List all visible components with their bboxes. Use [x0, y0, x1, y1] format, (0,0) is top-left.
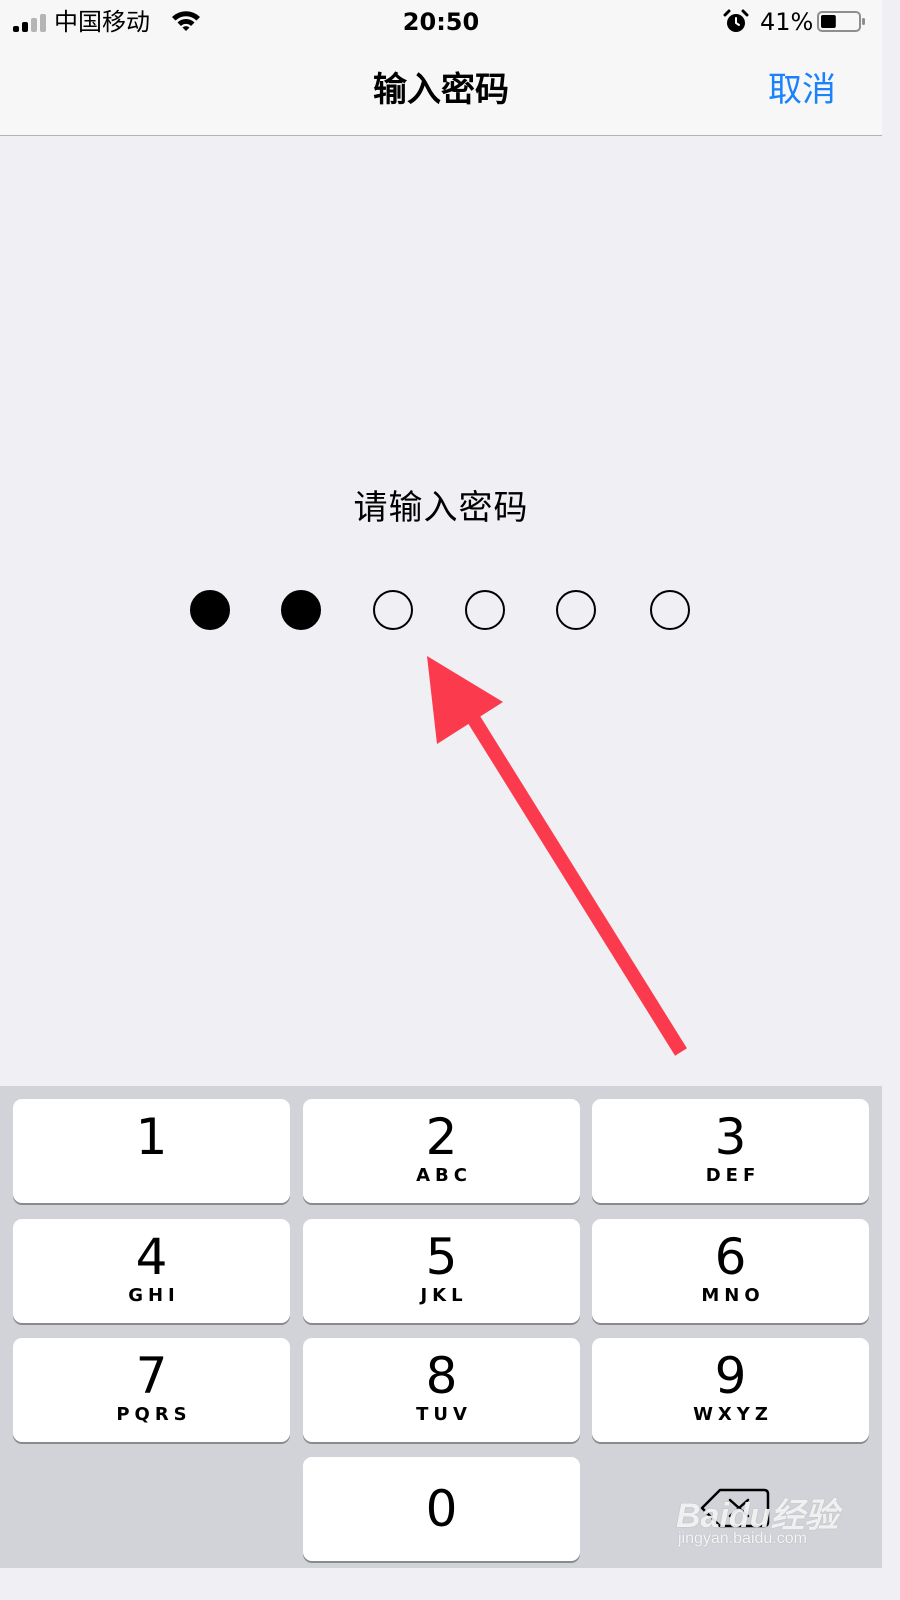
key-digit: 5 — [425, 1228, 458, 1286]
delete-key[interactable] — [592, 1456, 869, 1560]
passcode-prompt: 请输入密码 — [353, 488, 529, 528]
status-time: 20:50 — [402, 8, 480, 36]
passcode-dot — [373, 590, 413, 630]
key-digit: 9 — [714, 1347, 747, 1405]
key-5[interactable]: 5 JKL — [303, 1219, 580, 1323]
passcode-dot — [190, 590, 230, 630]
key-digit: 0 — [425, 1480, 458, 1538]
key-3[interactable]: 3 DEF — [592, 1099, 869, 1203]
key-letters: DEF — [705, 1165, 761, 1186]
passcode-dot — [281, 590, 321, 630]
key-letters: ABC — [416, 1165, 472, 1186]
status-bar: 中国移动 20:50 41% — [0, 0, 882, 44]
battery-percentage: 41% — [760, 8, 814, 36]
key-2[interactable]: 2 ABC — [303, 1099, 580, 1203]
key-letters: MNO — [701, 1285, 765, 1306]
key-digit: 6 — [714, 1228, 747, 1286]
key-digit: 7 — [135, 1347, 168, 1405]
key-4[interactable]: 4 GHI — [13, 1219, 290, 1323]
key-0[interactable]: 0 — [303, 1457, 580, 1561]
cancel-button[interactable]: 取消 — [768, 66, 836, 114]
key-1[interactable]: 1 — [13, 1099, 290, 1203]
backspace-icon — [700, 1488, 770, 1528]
key-digit: 2 — [425, 1108, 458, 1166]
battery-icon — [817, 11, 865, 32]
alarm-clock-icon — [723, 9, 749, 32]
key-letters: GHI — [128, 1285, 180, 1306]
page-title: 输入密码 — [373, 70, 509, 110]
key-8[interactable]: 8 TUV — [303, 1338, 580, 1442]
key-digit: 4 — [135, 1228, 168, 1286]
passcode-dot — [556, 590, 596, 630]
key-7[interactable]: 7 PQRS — [13, 1338, 290, 1442]
key-digit: 8 — [425, 1347, 458, 1405]
key-letters: WXYZ — [693, 1404, 773, 1425]
key-digit: 3 — [714, 1108, 747, 1166]
key-letters: PQRS — [116, 1404, 192, 1425]
passcode-dot — [650, 590, 690, 630]
key-letters: TUV — [416, 1404, 472, 1425]
navigation-bar: 输入密码 取消 — [0, 44, 882, 136]
key-letters: JKL — [420, 1285, 468, 1306]
key-6[interactable]: 6 MNO — [592, 1219, 869, 1323]
passcode-dot — [465, 590, 505, 630]
key-9[interactable]: 9 WXYZ — [592, 1338, 869, 1442]
key-digit: 1 — [135, 1108, 168, 1166]
